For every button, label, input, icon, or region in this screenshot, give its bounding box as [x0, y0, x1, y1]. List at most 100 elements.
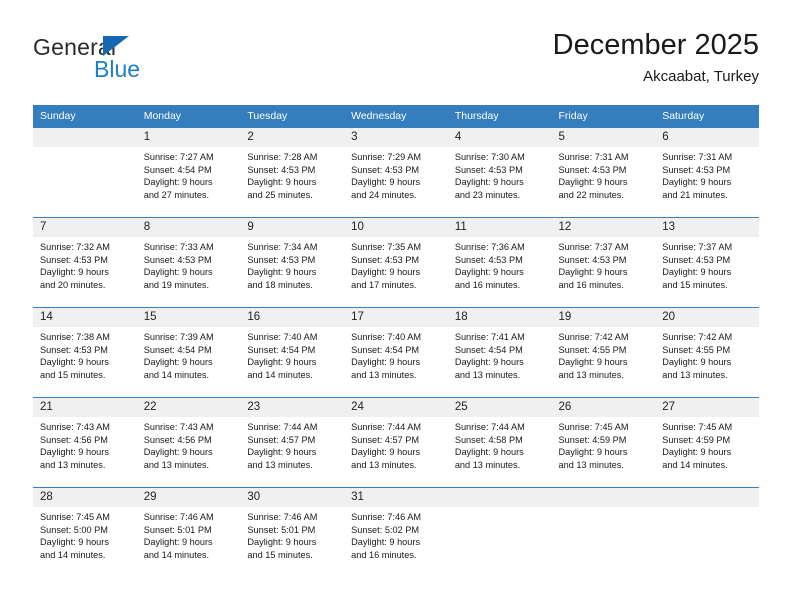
- day-number: [655, 488, 759, 507]
- calendar-day-cell[interactable]: 17 Sunrise: 7:40 AM Sunset: 4:54 PM Dayligh…: [344, 307, 448, 398]
- calendar-header-row: Sunday Monday Tuesday Wednesday Thursday Frid…: [33, 105, 759, 128]
- calendar-day-cell-empty: [33, 127, 137, 218]
- sunset-text: Sunset: 4:54 PM: [143, 344, 212, 355]
- calendar-day-cell[interactable]: 18 Sunrise: 7:41 AM Sunset: 4:54 PM Dayligh…: [447, 307, 552, 398]
- weekday-header-monday: Monday: [136, 105, 241, 128]
- day-details: Sunrise: 7:36 AM Sunset: 4:53 PM Daylight:…: [448, 237, 552, 291]
- calendar-day-cell[interactable]: 24 Sunrise: 7:44 AM Sunset: 4:57 PM Dayligh…: [344, 397, 448, 488]
- daylight-text-line2: and 13 minutes.: [351, 369, 417, 380]
- sunset-text: Sunset: 4:55 PM: [662, 344, 731, 355]
- calendar-day-cell[interactable]: 5 Sunrise: 7:31 AM Sunset: 4:53 PM Daylight…: [551, 127, 656, 218]
- calendar-day-cell[interactable]: 1 Sunrise: 7:27 AM Sunset: 4:54 PM Daylight…: [136, 127, 241, 218]
- page-subtitle: Akcaabat, Turkey: [643, 68, 759, 85]
- daylight-text-line1: Daylight: 9 hours: [662, 267, 732, 278]
- daylight-text-line1: Daylight: 9 hours: [454, 267, 524, 278]
- calendar-day-cell[interactable]: 11 Sunrise: 7:36 AM Sunset: 4:53 PM Dayligh…: [447, 217, 552, 308]
- sunrise-text: Sunrise: 7:37 AM: [558, 242, 629, 252]
- calendar-week-row: 1 Sunrise: 7:27 AM Sunset: 4:54 PM Daylight…: [33, 127, 759, 218]
- day-details: Sunrise: 7:33 AM Sunset: 4:53 PM Daylight:…: [137, 237, 241, 291]
- sunrise-text: Sunrise: 7:37 AM: [662, 242, 733, 252]
- day-number: 30: [240, 488, 345, 507]
- sunset-text: Sunset: 4:53 PM: [40, 344, 108, 355]
- calendar-day-cell[interactable]: 20 Sunrise: 7:42 AM Sunset: 4:55 PM Dayligh…: [655, 307, 759, 398]
- day-number: 29: [136, 488, 241, 507]
- calendar-day-cell[interactable]: 27 Sunrise: 7:45 AM Sunset: 4:59 PM Dayligh…: [655, 397, 759, 488]
- calendar-day-cell[interactable]: 8 Sunrise: 7:33 AM Sunset: 4:53 PM Daylight…: [136, 217, 241, 308]
- calendar-day-cell[interactable]: 2 Sunrise: 7:28 AM Sunset: 4:53 PM Daylight…: [240, 127, 345, 218]
- daylight-text-line2: and 13 minutes.: [454, 459, 521, 470]
- weekday-header-wednesday: Wednesday: [344, 105, 448, 128]
- day-details: Sunrise: 7:43 AM Sunset: 4:56 PM Daylight:…: [33, 417, 137, 471]
- calendar-day-cell[interactable]: 9 Sunrise: 7:34 AM Sunset: 4:53 PM Daylight…: [240, 217, 345, 308]
- calendar-day-cell[interactable]: 22 Sunrise: 7:43 AM Sunset: 4:56 PM Dayligh…: [136, 397, 241, 488]
- calendar-day-cell[interactable]: 12 Sunrise: 7:37 AM Sunset: 4:53 PM Dayligh…: [551, 217, 656, 308]
- day-number: 28: [33, 488, 137, 507]
- day-number: 14: [33, 308, 137, 327]
- weekday-header-thursday: Thursday: [447, 105, 552, 128]
- calendar-day-cell[interactable]: 7 Sunrise: 7:32 AM Sunset: 4:53 PM Daylight…: [33, 217, 137, 308]
- day-number: 26: [551, 398, 656, 417]
- calendar-day-cell[interactable]: 15 Sunrise: 7:39 AM Sunset: 4:54 PM Dayligh…: [136, 307, 241, 398]
- sunrise-text: Sunrise: 7:45 AM: [558, 422, 629, 432]
- calendar-day-cell[interactable]: 26 Sunrise: 7:45 AM Sunset: 4:59 PM Dayligh…: [551, 397, 656, 488]
- calendar-week-row: 14 Sunrise: 7:38 AM Sunset: 4:53 PM Dayligh…: [33, 307, 759, 398]
- sunrise-text: Sunrise: 7:45 AM: [40, 512, 110, 522]
- day-details: Sunrise: 7:29 AM Sunset: 4:53 PM Daylight:…: [344, 147, 448, 201]
- calendar-day-cell[interactable]: 10 Sunrise: 7:35 AM Sunset: 4:53 PM Dayligh…: [344, 217, 448, 308]
- day-number: [447, 488, 552, 507]
- daylight-text-line1: Daylight: 9 hours: [247, 537, 317, 548]
- daylight-text-line1: Daylight: 9 hours: [143, 267, 213, 278]
- daylight-text-line2: and 14 minutes.: [247, 369, 313, 380]
- daylight-text-line2: and 23 minutes.: [454, 189, 521, 200]
- calendar-day-cell[interactable]: 4 Sunrise: 7:30 AM Sunset: 4:53 PM Daylight…: [447, 127, 552, 218]
- sunrise-text: Sunrise: 7:43 AM: [40, 422, 110, 432]
- sunrise-text: Sunrise: 7:44 AM: [247, 422, 318, 432]
- general-blue-logo[interactable]: General Blue: [33, 28, 263, 90]
- calendar-day-cell[interactable]: 13 Sunrise: 7:37 AM Sunset: 4:53 PM Dayligh…: [655, 217, 759, 308]
- day-number: 4: [447, 128, 552, 147]
- daylight-text-line2: and 21 minutes.: [662, 189, 728, 200]
- calendar-day-cell[interactable]: 21 Sunrise: 7:43 AM Sunset: 4:56 PM Dayligh…: [33, 397, 137, 488]
- calendar-day-cell[interactable]: 23 Sunrise: 7:44 AM Sunset: 4:57 PM Dayligh…: [240, 397, 345, 488]
- calendar-day-cell[interactable]: 16 Sunrise: 7:40 AM Sunset: 4:54 PM Dayligh…: [240, 307, 345, 398]
- calendar-day-cell[interactable]: 31 Sunrise: 7:46 AM Sunset: 5:02 PM Dayligh…: [344, 487, 448, 577]
- sunrise-text: Sunrise: 7:27 AM: [143, 152, 214, 162]
- day-number: 11: [447, 218, 552, 237]
- daylight-text-line1: Daylight: 9 hours: [247, 357, 317, 368]
- calendar-day-cell[interactable]: 28 Sunrise: 7:45 AM Sunset: 5:00 PM Dayligh…: [33, 487, 137, 577]
- calendar-day-cell[interactable]: 14 Sunrise: 7:38 AM Sunset: 4:53 PM Dayligh…: [33, 307, 137, 398]
- day-details: Sunrise: 7:31 AM Sunset: 4:53 PM Daylight:…: [655, 147, 759, 201]
- calendar-day-cell[interactable]: 6 Sunrise: 7:31 AM Sunset: 4:53 PM Daylight…: [655, 127, 759, 218]
- sunset-text: Sunset: 4:53 PM: [454, 254, 523, 265]
- sunrise-text: Sunrise: 7:31 AM: [558, 152, 629, 162]
- daylight-text-line1: Daylight: 9 hours: [247, 267, 317, 278]
- daylight-text-line2: and 15 minutes.: [40, 369, 106, 380]
- day-number: 7: [33, 218, 137, 237]
- sunrise-text: Sunrise: 7:40 AM: [351, 332, 422, 342]
- calendar-day-cell[interactable]: 25 Sunrise: 7:44 AM Sunset: 4:58 PM Dayligh…: [447, 397, 552, 488]
- sunset-text: Sunset: 4:53 PM: [454, 164, 523, 175]
- daylight-text-line1: Daylight: 9 hours: [143, 447, 213, 458]
- daylight-text-line1: Daylight: 9 hours: [40, 447, 109, 458]
- daylight-text-line1: Daylight: 9 hours: [351, 357, 421, 368]
- daylight-text-line2: and 13 minutes.: [662, 369, 728, 380]
- day-number: 17: [344, 308, 448, 327]
- calendar-day-cell[interactable]: 30 Sunrise: 7:46 AM Sunset: 5:01 PM Dayligh…: [240, 487, 345, 577]
- day-number: [551, 488, 656, 507]
- sunset-text: Sunset: 4:56 PM: [143, 434, 212, 445]
- calendar-day-cell-empty: [447, 487, 552, 577]
- daylight-text-line2: and 14 minutes.: [40, 549, 106, 560]
- sunset-text: Sunset: 5:01 PM: [143, 524, 212, 535]
- calendar-week-row: 21 Sunrise: 7:43 AM Sunset: 4:56 PM Dayligh…: [33, 397, 759, 488]
- calendar-day-cell[interactable]: 3 Sunrise: 7:29 AM Sunset: 4:53 PM Daylight…: [344, 127, 448, 218]
- sunrise-text: Sunrise: 7:40 AM: [247, 332, 318, 342]
- calendar-week-row: 28 Sunrise: 7:45 AM Sunset: 5:00 PM Dayligh…: [33, 487, 759, 577]
- day-details: Sunrise: 7:43 AM Sunset: 4:56 PM Daylight:…: [137, 417, 241, 471]
- calendar-day-cell[interactable]: 29 Sunrise: 7:46 AM Sunset: 5:01 PM Dayligh…: [136, 487, 241, 577]
- daylight-text-line1: Daylight: 9 hours: [558, 447, 628, 458]
- calendar-day-cell-empty: [655, 487, 759, 577]
- day-number: 24: [344, 398, 448, 417]
- sunset-text: Sunset: 4:53 PM: [351, 164, 420, 175]
- calendar-day-cell[interactable]: 19 Sunrise: 7:42 AM Sunset: 4:55 PM Dayligh…: [551, 307, 656, 398]
- day-number: 1: [136, 128, 241, 147]
